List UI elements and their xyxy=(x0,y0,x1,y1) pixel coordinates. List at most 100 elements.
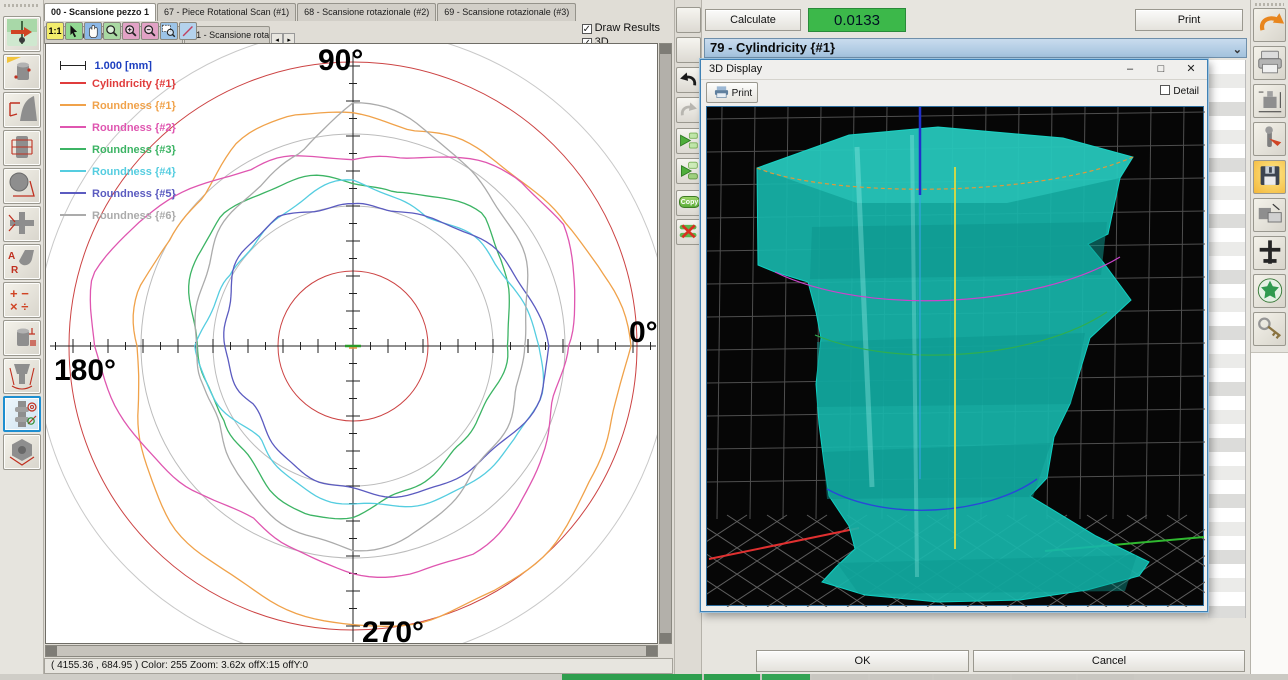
export-device-icon xyxy=(1255,200,1285,229)
export-device-button[interactable] xyxy=(1253,198,1286,232)
undo-button[interactable] xyxy=(676,67,701,93)
scale-bar-icon xyxy=(60,61,86,70)
undo-icon xyxy=(677,69,700,91)
copy-results-button[interactable]: Copy xyxy=(676,190,701,216)
tool-sphere-button[interactable] xyxy=(3,168,41,204)
measure-line-tool[interactable] xyxy=(179,22,197,40)
taskbar-segment-4[interactable] xyxy=(812,674,868,680)
legend-item-0: Cylindricity {#1} xyxy=(60,74,176,96)
cursor-icon xyxy=(66,23,82,39)
save-floppy-button[interactable] xyxy=(1253,160,1286,194)
taskbar-segment-1[interactable] xyxy=(562,674,702,680)
tool-profile-button[interactable] xyxy=(3,92,41,128)
tool-reference-part-button[interactable] xyxy=(3,54,41,90)
scale-label: 1.000 [mm] xyxy=(94,60,151,72)
taskbar-segment-5[interactable] xyxy=(870,674,932,680)
right-rail-empty-panel xyxy=(1251,352,1288,680)
tool-alignment-button[interactable] xyxy=(3,16,41,52)
tool-runout-icon xyxy=(6,360,38,390)
3d-print-button[interactable]: Print xyxy=(706,82,758,103)
caliper-button[interactable] xyxy=(1253,236,1286,270)
rail-drag-handle[interactable] xyxy=(4,4,39,7)
legend-swatch xyxy=(60,214,86,216)
print-button[interactable]: Print xyxy=(1135,9,1243,31)
license-key-button[interactable] xyxy=(1253,312,1286,346)
3d-viewport[interactable] xyxy=(706,106,1204,606)
taskbar-segment-8[interactable] xyxy=(1078,674,1134,680)
tool-cylindricity-icon xyxy=(6,132,38,162)
tool-nut-button[interactable] xyxy=(3,434,41,470)
checkbox-draw-results[interactable]: ✓Draw Results xyxy=(582,22,660,35)
nav-forward-blue-icon xyxy=(677,39,700,61)
maximize-icon[interactable]: □ xyxy=(1146,60,1176,80)
right-tool-rail xyxy=(1250,0,1288,680)
tab-3[interactable]: 69 - Scansione rotazionale (#3) xyxy=(437,3,576,21)
tab-2[interactable]: 68 - Scansione rotazionale (#2) xyxy=(297,3,436,21)
legend-item-2: Roundness {#2} xyxy=(60,118,176,140)
result-list[interactable] xyxy=(1208,60,1246,618)
cursor-tool[interactable] xyxy=(65,22,83,40)
3d-display-window: 3D Display – □ ✕ Print Detail xyxy=(700,59,1208,612)
delete-result-button[interactable] xyxy=(676,219,701,245)
probe-arm-button[interactable] xyxy=(1253,122,1286,156)
tab-0[interactable]: 00 - Scansione pezzo 1 xyxy=(44,3,156,21)
tool-cylindricity-button[interactable] xyxy=(3,130,41,166)
tool-math-operations-button[interactable]: + −× ÷ xyxy=(3,282,41,318)
legend-item-3: Roundness {#3} xyxy=(60,140,176,162)
cancel-button[interactable]: Cancel xyxy=(973,650,1245,672)
detail-checkbox[interactable]: Detail xyxy=(1160,85,1199,97)
tool-distance-button[interactable] xyxy=(3,206,41,242)
angle-label-270: 270° xyxy=(362,616,424,644)
zoom-out-tool[interactable] xyxy=(141,22,159,40)
tab-1[interactable]: 67 - Piece Rotational Scan (#1) xyxy=(157,3,296,21)
plot-horizontal-scrollbar[interactable] xyxy=(45,645,658,657)
printer-button[interactable] xyxy=(1253,46,1286,80)
zoom-in-tool[interactable] xyxy=(122,22,140,40)
close-icon[interactable]: ✕ xyxy=(1176,60,1206,80)
taskbar-segment-2[interactable] xyxy=(704,674,760,680)
legend-item-1: Roundness {#1} xyxy=(60,96,176,118)
ok-button[interactable]: OK xyxy=(756,650,969,672)
undo-orange-button[interactable] xyxy=(1253,8,1286,42)
import-results-button[interactable] xyxy=(676,128,701,154)
zoom-tool[interactable] xyxy=(103,22,121,40)
checkbox-icon xyxy=(1160,85,1170,95)
tool-runout-button[interactable] xyxy=(3,358,41,394)
tool-angle-radius-button[interactable]: AR xyxy=(3,244,41,280)
taskbar-segment-6[interactable] xyxy=(934,674,1010,680)
legend-swatch xyxy=(60,126,86,128)
tool-geometry-tolerance-button[interactable] xyxy=(3,320,41,356)
zoom-out-icon xyxy=(142,23,158,39)
taskbar-segment-3[interactable] xyxy=(762,674,810,680)
x-axis-red xyxy=(709,528,859,559)
zoom-window-tool[interactable] xyxy=(160,22,178,40)
calculate-button[interactable]: Calculate xyxy=(705,9,801,31)
3d-window-titlebar[interactable]: 3D Display – □ ✕ xyxy=(701,60,1207,80)
scale-indicator: 1.000 [mm] xyxy=(60,56,176,74)
delete-result-icon xyxy=(677,221,700,243)
redo-button[interactable] xyxy=(676,97,701,123)
nav-back-blue-icon xyxy=(677,9,700,31)
3d-window-toolbar: Print Detail xyxy=(701,81,1207,105)
nav-back-blue-button[interactable] xyxy=(676,7,701,33)
import-results-alt-button[interactable] xyxy=(676,158,701,184)
taskbar-segment-7[interactable] xyxy=(1012,674,1076,680)
actual-size-button[interactable]: 1:1 xyxy=(46,22,64,40)
tool-roundness-scan-button[interactable] xyxy=(3,396,41,432)
taskbar-strip[interactable] xyxy=(0,674,1288,680)
probe-arm-icon xyxy=(1255,124,1285,153)
zoom-icon xyxy=(104,23,120,39)
rail-drag-handle[interactable] xyxy=(1255,3,1284,6)
eco-gear-icon xyxy=(1255,276,1285,305)
nav-forward-blue-button[interactable] xyxy=(676,37,701,63)
plot-vertical-scrollbar[interactable] xyxy=(659,43,672,644)
eco-gear-button[interactable] xyxy=(1253,274,1286,308)
polar-plot-canvas[interactable]: 1.000 [mm] Cylindricity {#1}Roundness {#… xyxy=(45,43,658,644)
minimize-icon[interactable]: – xyxy=(1115,60,1145,80)
result-value-box: 0.0133 xyxy=(808,8,906,32)
pan-tool[interactable] xyxy=(84,22,102,40)
3d-window-title: 3D Display xyxy=(709,63,762,75)
feature-dropdown[interactable]: 79 - Cylindricity {#1} ⌄ xyxy=(704,38,1247,58)
part-dimension-button[interactable] xyxy=(1253,84,1286,118)
legend-swatch xyxy=(60,170,86,172)
